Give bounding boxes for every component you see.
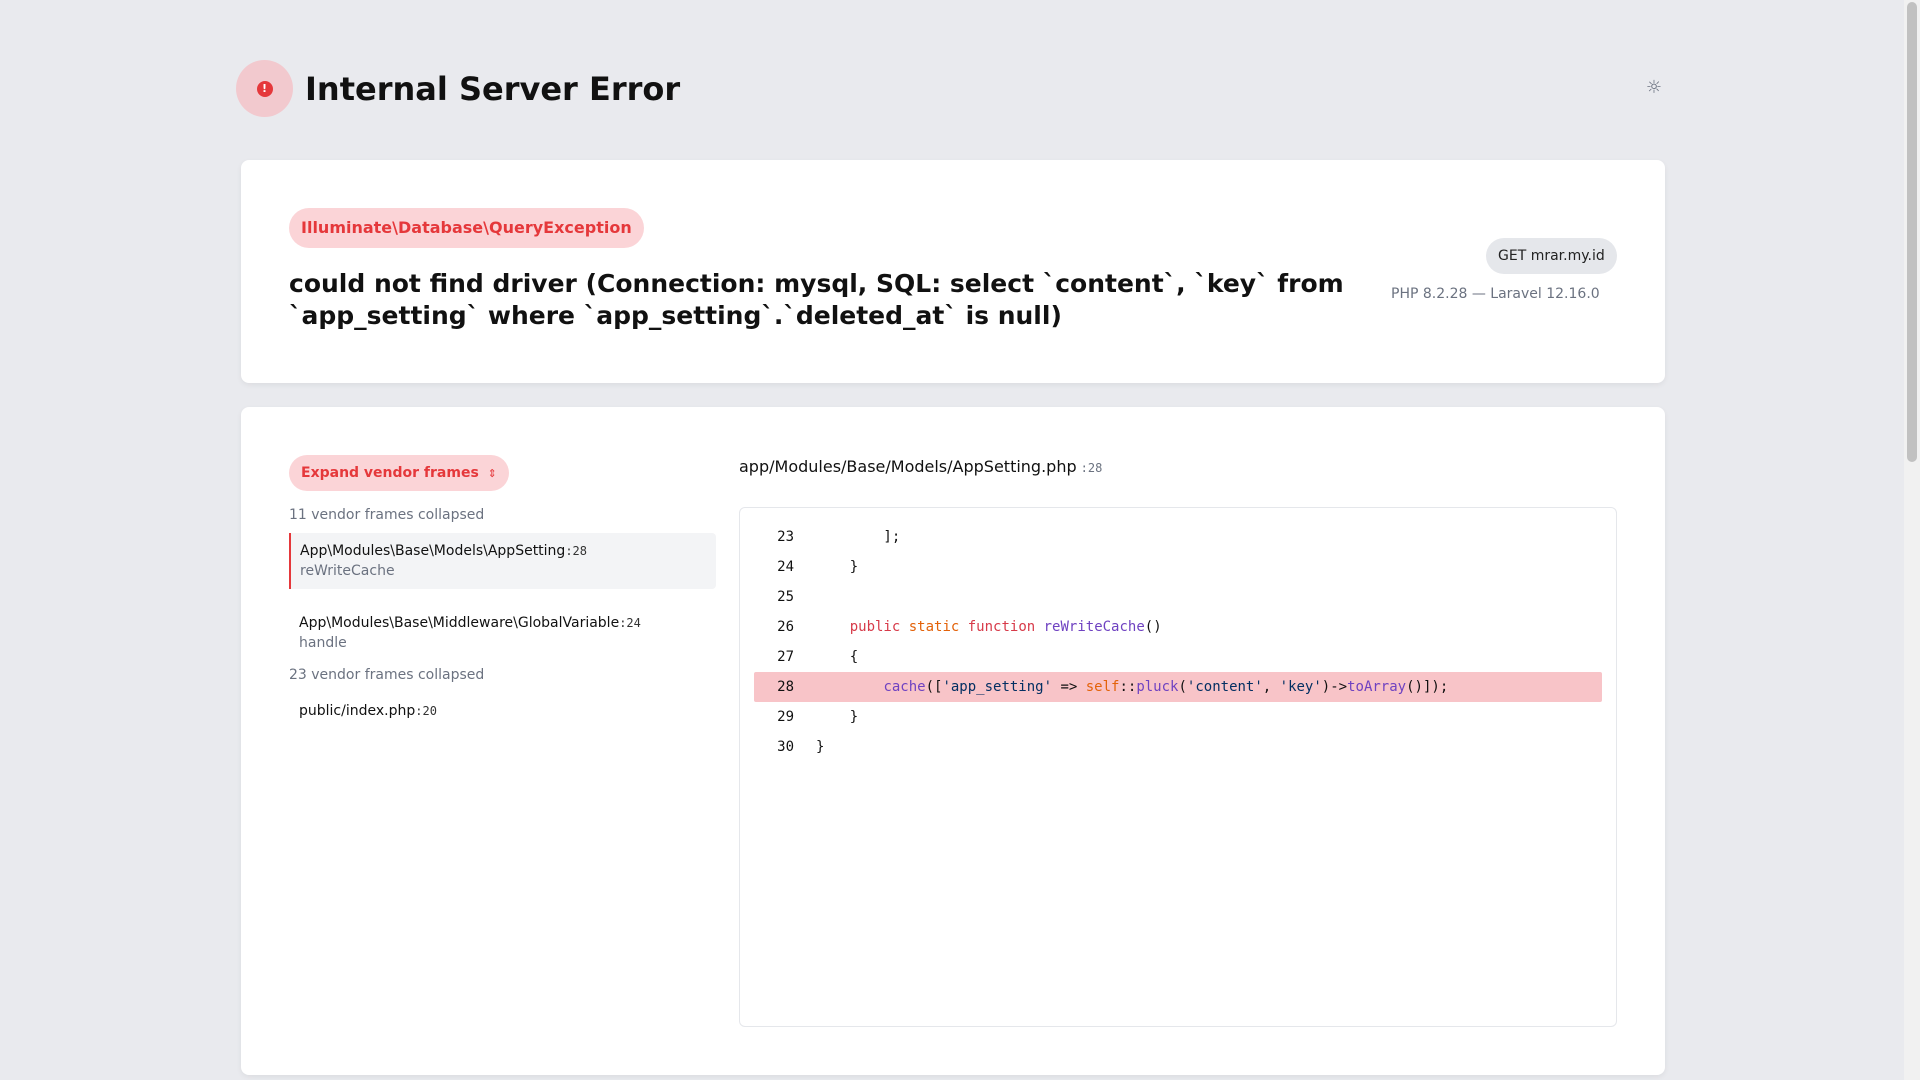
request-badge: GET mrar.my.id [1486,238,1617,274]
version-info: PHP 8.2.28 — Laravel 12.16.0 [1391,286,1600,302]
code-token: , [1262,679,1280,695]
frame-method: reWriteCache [300,563,395,579]
code-line: 30} [754,732,1602,762]
code-line-text: } [816,702,858,732]
code-token: { [816,649,859,665]
code-token: ]; [816,529,901,545]
code-line: 29 } [754,702,1602,732]
frame-class: App\Modules\Base\Models\AppSetting [300,543,566,559]
error-page: ! Internal Server Error ☼ Illuminate\Dat… [0,0,1920,1080]
code-line: 25 [754,582,1602,612]
frame-class: public/index.php [299,703,416,719]
page-scrollbar[interactable] [1904,0,1920,1080]
vendor-frames-collapsed-note[interactable]: 11 vendor frames collapsed [289,505,716,525]
code-token: 'key' [1279,679,1322,695]
frame-class: App\Modules\Base\Middleware\GlobalVariab… [299,615,620,631]
code-line-number: 27 [777,649,794,665]
code-file-name: app/Modules/Base/Models/AppSetting.php [739,457,1077,476]
code-line-text: cache(['app_setting' => self::pluck('con… [816,672,1448,702]
expand-vendor-frames-button[interactable]: Expand vendor frames ⇕ [289,455,509,491]
code-line: 27 { [754,642,1602,672]
exception-message: could not find driver (Connection: mysql… [289,269,1344,330]
code-line: 24 } [754,552,1602,582]
code-token: toArray [1347,679,1407,695]
code-token: self [1085,679,1120,695]
page-header: ! Internal Server Error [236,60,680,117]
code-token: } [816,559,859,575]
code-token: 'content' [1186,679,1263,695]
vendor-frames-collapsed-note[interactable]: 23 vendor frames collapsed [289,665,716,685]
code-line-number: 23 [777,529,794,545]
code-line: 28 cache(['app_setting' => self::pluck('… [754,672,1602,702]
frame-item-globalvariable[interactable]: App\Modules\Base\Middleware\GlobalVariab… [289,605,716,661]
code-line-number: 28 [777,679,794,695]
code-token: public [849,619,901,635]
code-token: () [1144,619,1162,635]
code-token: reWriteCache [1043,619,1145,635]
frame-line: :20 [415,704,437,718]
code-line-text: ]; [816,522,900,552]
code-token: ( [1178,679,1187,695]
code-token: function [967,619,1036,635]
stack-trace-card: Expand vendor frames ⇕ 11 vendor frames … [241,407,1665,1075]
code-token: => [1052,679,1086,695]
code-token: pluck [1136,679,1179,695]
code-token: cache [883,679,926,695]
theme-toggle-sun-icon[interactable]: ☼ [1644,77,1664,98]
code-line-text: } [816,732,824,762]
frame-method: handle [299,635,347,651]
code-token: static [908,619,960,635]
frame-item-appsetting[interactable]: App\Modules\Base\Models\AppSetting:28 re… [289,533,716,589]
frame-item-index[interactable]: public/index.php:20 [289,693,716,729]
code-file-line: :28 [1080,461,1103,475]
code-token: } [816,709,859,725]
frame-list: 11 vendor frames collapsed App\Modules\B… [289,505,716,729]
code-lines: 23 ]; 24 } 25 26 public static function reW… [754,522,1602,762]
code-token: 'app_setting' [942,679,1053,695]
chevron-up-down-icon: ⇕ [487,467,497,480]
code-token: )-> [1321,679,1348,695]
code-token: :: [1119,679,1137,695]
code-line-number: 29 [777,709,794,725]
code-snippet: 23 ]; 24 } 25 26 public static function reW… [739,507,1617,1027]
code-line: 26 public static function reWriteCache() [754,612,1602,642]
frame-line: :28 [565,544,588,558]
code-line-number: 24 [777,559,794,575]
exception-card: Illuminate\Database\QueryException could… [241,160,1665,383]
page-title: Internal Server Error [305,69,681,108]
code-file-path: app/Modules/Base/Models/AppSetting.php:2… [739,457,1102,476]
code-line-number: 26 [777,619,794,635]
code-line-text: public static function reWriteCache() [816,612,1162,642]
code-line-text: { [816,642,858,672]
exclamation-icon: ! [256,80,273,97]
error-icon: ! [236,60,293,117]
code-token: ()]); [1406,679,1449,695]
code-token: ([ [925,679,943,695]
code-line-number: 30 [777,739,794,755]
code-token: } [816,739,825,755]
code-line: 23 ]; [754,522,1602,552]
code-line-text: } [816,552,858,582]
code-line-number: 25 [777,589,794,605]
scrollbar-thumb[interactable] [1907,2,1917,462]
exception-class-badge: Illuminate\Database\QueryException [289,208,644,248]
expand-vendor-frames-label: Expand vendor frames [301,465,479,481]
frame-line: :24 [619,616,641,630]
